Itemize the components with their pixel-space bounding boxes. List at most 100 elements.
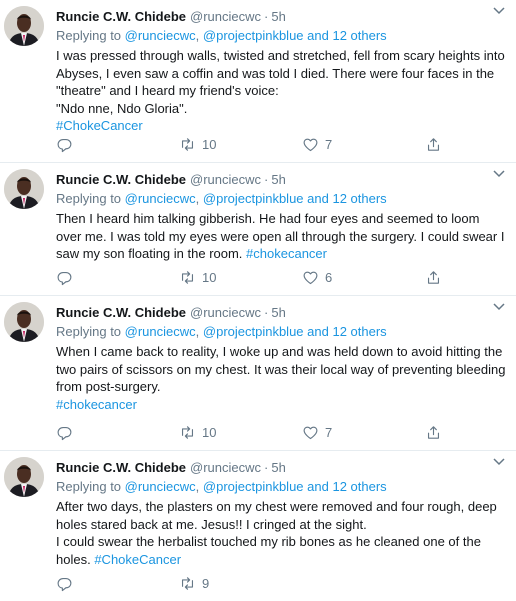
share-button[interactable] bbox=[425, 269, 516, 286]
replying-to: Replying to @runciecwc, @projectpinkblue… bbox=[56, 27, 506, 45]
others-link[interactable]: and 12 others bbox=[307, 28, 387, 43]
others-link[interactable]: and 12 others bbox=[307, 479, 387, 494]
share-button[interactable] bbox=[425, 136, 516, 153]
tweet-text-line: "Ndo nne, Ndo Gloria". bbox=[56, 100, 188, 116]
like-button[interactable]: 7 bbox=[302, 136, 425, 153]
avatar[interactable] bbox=[4, 6, 44, 46]
share-icon bbox=[427, 137, 440, 151]
tweet-text-line-group: I could swear the herbalist touched my r… bbox=[56, 533, 506, 568]
retweet-count: 9 bbox=[202, 575, 210, 591]
others-link[interactable]: and 12 others bbox=[307, 324, 387, 339]
retweet-icon bbox=[181, 270, 194, 284]
like-icon bbox=[303, 426, 318, 439]
avatar[interactable] bbox=[4, 302, 44, 342]
like-button[interactable]: 7 bbox=[302, 424, 425, 441]
reply-button[interactable] bbox=[56, 424, 179, 441]
retweet-button[interactable]: 10 bbox=[179, 424, 302, 441]
mention-link[interactable]: @projectpinkblue bbox=[203, 324, 304, 339]
share-button[interactable] bbox=[425, 424, 516, 441]
timestamp[interactable]: 5h bbox=[271, 8, 285, 26]
user-handle[interactable]: @runciecwc bbox=[190, 459, 261, 477]
reply-icon bbox=[57, 271, 72, 285]
share-icon bbox=[427, 425, 440, 439]
avatar-image bbox=[4, 457, 44, 497]
display-name[interactable]: Runcie C.W. Chidebe bbox=[56, 171, 186, 189]
user-handle[interactable]: @runciecwc bbox=[190, 8, 261, 26]
retweet-button[interactable]: 9 bbox=[179, 575, 302, 592]
mention-link[interactable]: @projectpinkblue bbox=[203, 28, 304, 43]
display-name[interactable]: Runcie C.W. Chidebe bbox=[56, 304, 186, 322]
avatar[interactable] bbox=[4, 457, 44, 497]
tweet-header: Runcie C.W. Chidebe @runciecwc · 5h bbox=[56, 171, 506, 189]
reply-button[interactable] bbox=[56, 136, 179, 153]
user-handle[interactable]: @runciecwc bbox=[190, 171, 261, 189]
tweet[interactable]: Runcie C.W. Chidebe @runciecwc · 5h Repl… bbox=[0, 163, 516, 296]
like-button[interactable]: 6 bbox=[302, 269, 425, 286]
tweet-actions: 10 7 bbox=[56, 135, 516, 153]
tweet[interactable]: Runcie C.W. Chidebe @runciecwc · 5h Repl… bbox=[0, 0, 516, 163]
separator-dot: · bbox=[264, 9, 269, 24]
tweet-text-line: After two days, the plasters on my chest… bbox=[56, 499, 497, 532]
user-handle[interactable]: @runciecwc bbox=[190, 304, 261, 322]
chevron-down-icon[interactable] bbox=[492, 6, 506, 16]
display-name[interactable]: Runcie C.W. Chidebe bbox=[56, 8, 186, 26]
hashtag-link[interactable]: #chokecancer bbox=[246, 246, 327, 261]
chevron-down-icon[interactable] bbox=[492, 457, 506, 467]
mention-link[interactable]: @runciecwc bbox=[125, 191, 196, 206]
display-name[interactable]: Runcie C.W. Chidebe bbox=[56, 459, 186, 477]
timestamp[interactable]: 5h bbox=[271, 171, 285, 189]
tweet-header: Runcie C.W. Chidebe @runciecwc · 5h bbox=[56, 459, 506, 477]
hashtag-link[interactable]: #ChokeCancer bbox=[94, 552, 181, 567]
mention-separator: , bbox=[195, 324, 203, 339]
like-count: 7 bbox=[325, 424, 333, 440]
tweet-text-line: I was pressed through walls, twisted and… bbox=[56, 48, 505, 98]
avatar[interactable] bbox=[4, 169, 44, 209]
chevron-down-icon[interactable] bbox=[492, 302, 506, 312]
hashtag-link[interactable]: #ChokeCancer bbox=[56, 117, 506, 135]
mention-separator: , bbox=[195, 191, 203, 206]
replying-to-label: Replying to bbox=[56, 28, 125, 43]
separator-dot: · bbox=[264, 460, 269, 475]
tweet-text: After two days, the plasters on my chest… bbox=[56, 498, 506, 568]
like-count: 7 bbox=[325, 136, 333, 152]
chevron-down-icon[interactable] bbox=[492, 169, 506, 179]
timestamp[interactable]: 5h bbox=[271, 459, 285, 477]
others-link[interactable]: and 12 others bbox=[307, 191, 387, 206]
avatar-image bbox=[4, 6, 44, 46]
retweet-count: 10 bbox=[202, 269, 217, 285]
mention-separator: , bbox=[195, 28, 203, 43]
retweet-icon bbox=[181, 425, 194, 439]
tweet[interactable]: Runcie C.W. Chidebe @runciecwc · 5h Repl… bbox=[0, 296, 516, 451]
reply-button[interactable] bbox=[56, 269, 179, 286]
retweet-count: 10 bbox=[202, 136, 217, 152]
hashtag-link[interactable]: #chokecancer bbox=[56, 396, 506, 414]
like-count: 6 bbox=[325, 269, 333, 285]
mention-link[interactable]: @projectpinkblue bbox=[203, 479, 304, 494]
retweet-icon bbox=[181, 576, 194, 590]
mention-link[interactable]: @runciecwc bbox=[125, 479, 196, 494]
tweet[interactable]: Runcie C.W. Chidebe @runciecwc · 5h Repl… bbox=[0, 451, 516, 601]
tweet-actions: 10 6 bbox=[56, 268, 516, 286]
reply-icon bbox=[57, 426, 72, 440]
replying-to: Replying to @runciecwc, @projectpinkblue… bbox=[56, 478, 506, 496]
retweet-button[interactable]: 10 bbox=[179, 136, 302, 153]
replying-to: Replying to @runciecwc, @projectpinkblue… bbox=[56, 323, 506, 341]
replying-to-label: Replying to bbox=[56, 479, 125, 494]
replying-to: Replying to @runciecwc, @projectpinkblue… bbox=[56, 190, 506, 208]
reply-button[interactable] bbox=[56, 575, 179, 592]
mention-link[interactable]: @runciecwc bbox=[125, 28, 196, 43]
tweet-actions: 9 bbox=[56, 574, 302, 592]
mention-link[interactable]: @projectpinkblue bbox=[203, 191, 304, 206]
avatar-image bbox=[4, 169, 44, 209]
mention-link[interactable]: @runciecwc bbox=[125, 324, 196, 339]
tweet-text-line: When I came back to reality, I woke up a… bbox=[56, 344, 506, 394]
timestamp[interactable]: 5h bbox=[271, 304, 285, 322]
reply-icon bbox=[57, 577, 72, 591]
tweet-text: Then I heard him talking gibberish. He h… bbox=[56, 210, 506, 263]
retweet-button[interactable]: 10 bbox=[179, 269, 302, 286]
tweet-actions: 10 7 bbox=[56, 423, 516, 441]
retweet-count: 10 bbox=[202, 424, 217, 440]
share-icon bbox=[427, 270, 440, 284]
tweet-header: Runcie C.W. Chidebe @runciecwc · 5h bbox=[56, 8, 506, 26]
like-icon bbox=[303, 138, 318, 151]
